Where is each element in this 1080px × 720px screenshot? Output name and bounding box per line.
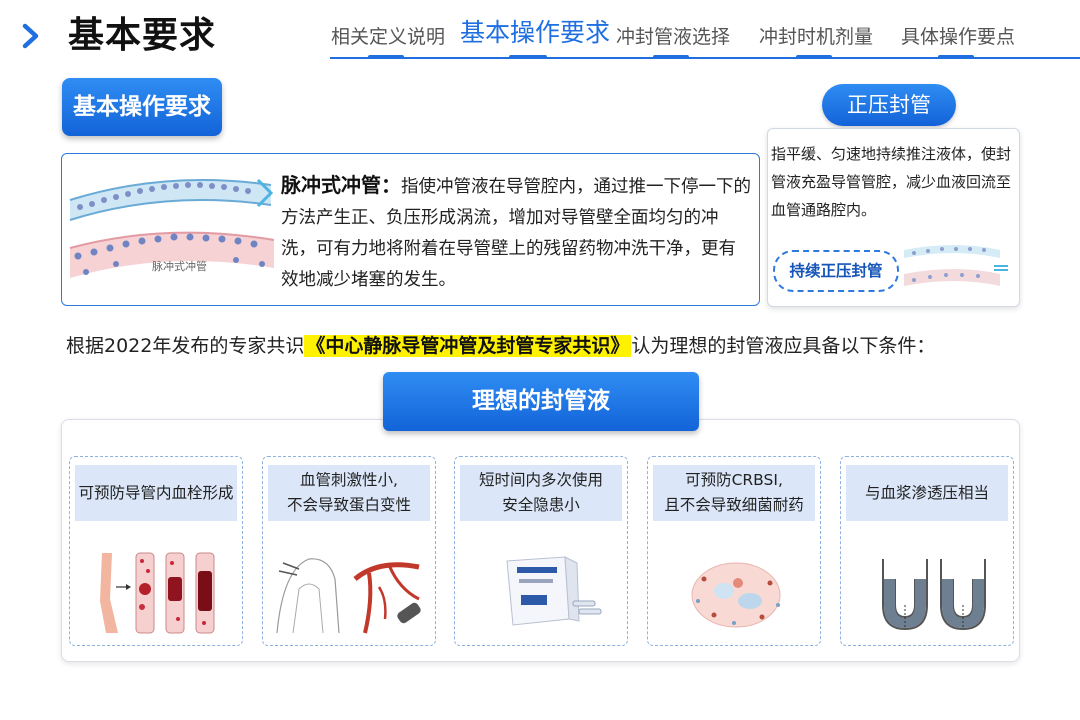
ideal-card-label: 短时间内多次使用 安全隐患小 <box>460 465 622 521</box>
consensus-highlight: 《中心静脉导管冲管及封管专家共识》 <box>304 335 632 357</box>
positive-pressure-pill: 正压封管 <box>822 84 956 126</box>
positive-pressure-illustration <box>904 245 1008 286</box>
consensus-prefix: 根据2022年发布的专家共识 <box>66 335 305 357</box>
bacteria-cell-icon <box>691 562 781 628</box>
ideal-solution-title: 理想的封管液 <box>383 372 699 431</box>
header-divider <box>330 57 1080 59</box>
ideal-card-line1: 短时间内多次使用 <box>478 471 603 489</box>
nav-tab-timing-dosage[interactable]: 冲封时机剂量 <box>759 22 873 52</box>
nav-tab-solution-selection[interactable]: 冲封管液选择 <box>616 22 730 52</box>
pulse-flush-heading: 脉冲式冲管： <box>281 173 401 197</box>
ideal-card-label: 与血浆渗透压相当 <box>846 465 1008 521</box>
positive-pressure-description: 指平缓、匀速地持续推注液体，使封管液充盈导管管腔，减少血液回流至血管通路腔内。 <box>771 145 1012 219</box>
ideal-card-line2: 且不会导致细菌耐药 <box>664 496 804 514</box>
pulse-flush-illustration: 脉冲式冲管 <box>69 178 275 278</box>
continuous-positive-pressure-tag: 持续正压封管 <box>773 250 899 292</box>
ideal-card-crbsi: 可预防CRBSI, 且不会导致细菌耐药 <box>647 456 821 646</box>
ideal-card-line1: 与血浆渗透压相当 <box>864 483 989 502</box>
vessel-catheter-icon <box>276 558 421 634</box>
consensus-suffix: 认为理想的封管液应具备以下条件： <box>631 335 936 357</box>
blood-clot-veins-icon <box>100 552 215 634</box>
u-tube-osmosis-icon <box>882 559 986 631</box>
pulse-flush-description: 脉冲式冲管：指使冲管液在导管腔内，通过推一下停一下的方法产生正、负压形成涡流，增… <box>281 170 751 296</box>
ideal-card-line1: 可预防导管内血栓形成 <box>78 483 234 502</box>
prefilled-syringe-box-icon <box>506 556 602 626</box>
ideal-card-line2: 不会导致蛋白变性 <box>286 496 411 514</box>
nav-tab-basic-operation[interactable]: 基本操作要求 <box>460 18 610 48</box>
ideal-card-line1: 可预防CRBSI, <box>685 471 783 489</box>
ideal-card-label: 可预防导管内血栓形成 <box>75 465 237 521</box>
ideal-card-osmotic: 与血浆渗透压相当 <box>840 456 1014 646</box>
pulse-image-caption: 脉冲式冲管 <box>152 259 207 273</box>
ideal-card-line1: 血管刺激性小, <box>300 471 398 489</box>
ideal-card-label: 可预防CRBSI, 且不会导致细菌耐药 <box>653 465 815 521</box>
top-nav: 相关定义说明 基本操作要求 冲封管液选择 冲封时机剂量 具体操作要点 <box>0 18 1080 62</box>
ideal-card-line2: 安全隐患小 <box>502 496 580 514</box>
nav-tab-definitions[interactable]: 相关定义说明 <box>331 22 445 52</box>
ideal-card-safe-repeated: 短时间内多次使用 安全隐患小 <box>454 456 628 646</box>
ideal-card-low-irritation: 血管刺激性小, 不会导致蛋白变性 <box>262 456 436 646</box>
section-badge: 基本操作要求 <box>62 78 222 136</box>
nav-tab-operation-points[interactable]: 具体操作要点 <box>901 22 1015 52</box>
consensus-sentence: 根据2022年发布的专家共识 《中心静脉导管冲管及封管专家共识》 认为理想的封管液应… <box>66 330 935 362</box>
ideal-card-label: 血管刺激性小, 不会导致蛋白变性 <box>268 465 430 521</box>
ideal-card-thrombus: 可预防导管内血栓形成 <box>69 456 243 646</box>
